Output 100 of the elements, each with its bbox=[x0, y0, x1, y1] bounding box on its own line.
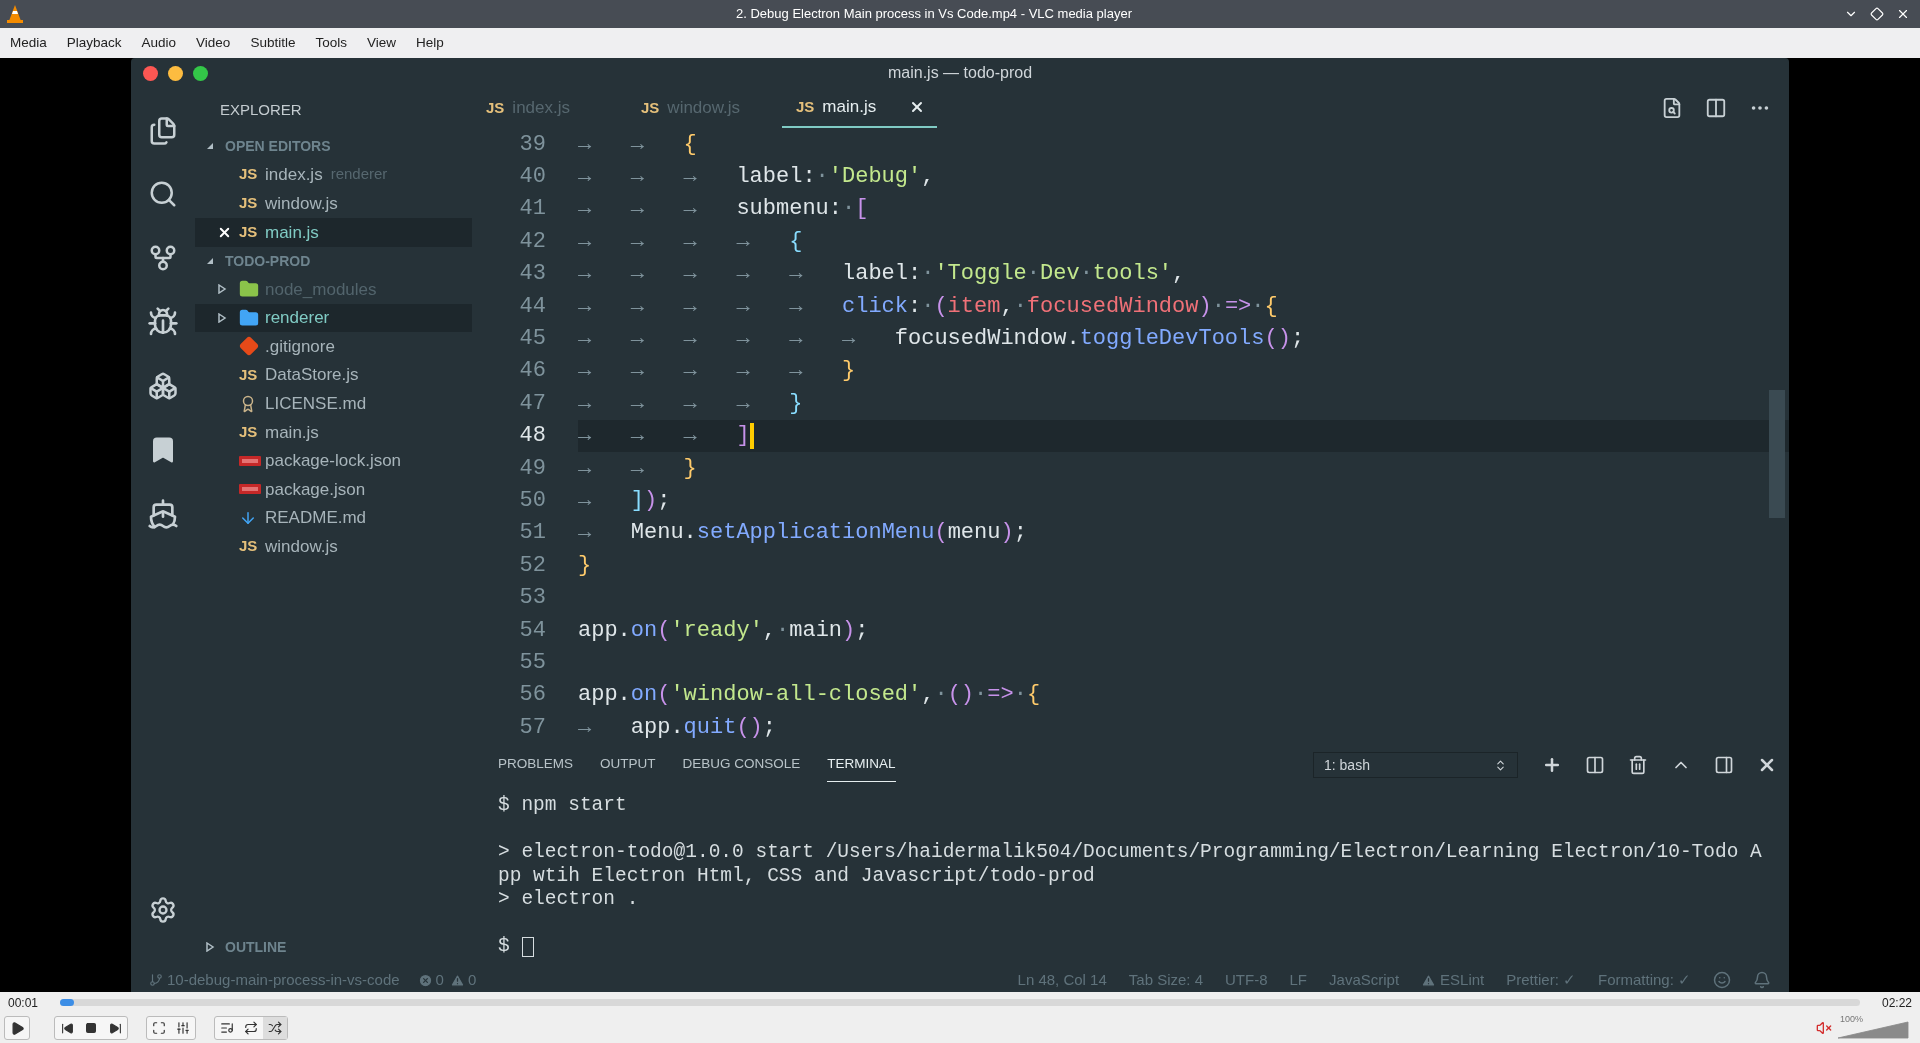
panel-tab[interactable]: DEBUG CONSOLE bbox=[682, 748, 801, 782]
text-cursor bbox=[749, 422, 754, 449]
previous-icon bbox=[60, 1021, 74, 1035]
file-item[interactable]: JS DataStore.js bbox=[195, 360, 472, 390]
loop-icon bbox=[244, 1021, 258, 1035]
line-number: 49 bbox=[518, 454, 546, 483]
terminal-prompt: $ bbox=[498, 935, 510, 959]
branch-icon bbox=[149, 973, 163, 987]
code-line: → → → → { bbox=[578, 227, 803, 256]
js-icon: JS bbox=[796, 95, 815, 119]
fullscreen-icon bbox=[152, 1021, 166, 1035]
menu-item[interactable]: Playback bbox=[56, 32, 132, 54]
window-close-control[interactable] bbox=[143, 65, 158, 81]
code-line: → → → → → label:·'Toggle·Dev·tools', bbox=[578, 260, 1186, 289]
shuffle-icon bbox=[268, 1021, 282, 1035]
code-line: → Menu.setApplicationMenu(menu); bbox=[578, 519, 1027, 548]
files-icon[interactable] bbox=[148, 116, 178, 146]
warning-icon bbox=[1421, 972, 1437, 988]
menu-item[interactable]: Audio bbox=[131, 32, 187, 54]
file-item[interactable]: renderer bbox=[195, 303, 472, 333]
file-item[interactable]: LICENSE.md bbox=[195, 389, 472, 418]
sliders-icon bbox=[176, 1021, 190, 1035]
code-line: → → → → → } bbox=[578, 357, 856, 386]
settings-icon[interactable] bbox=[149, 896, 177, 924]
split-terminal-icon[interactable] bbox=[1585, 755, 1605, 775]
search-icon[interactable] bbox=[148, 179, 178, 209]
js-icon: JS bbox=[486, 96, 505, 120]
line-number: 48 bbox=[518, 422, 546, 451]
panel-tab[interactable]: PROBLEMS bbox=[498, 748, 574, 782]
mute-icon[interactable] bbox=[1816, 1020, 1832, 1036]
code-line: → → → submenu:·[ bbox=[578, 195, 869, 224]
volume-label: 100% bbox=[1840, 1013, 1864, 1026]
minimize-control[interactable] bbox=[168, 65, 183, 81]
play-button[interactable] bbox=[4, 1016, 30, 1040]
editor-title: main.js — todo-prod bbox=[886, 63, 1034, 83]
panel-tab[interactable]: TERMINAL bbox=[827, 748, 896, 782]
folder-icon bbox=[239, 279, 259, 300]
stop-icon bbox=[85, 1022, 97, 1034]
line-number: 57 bbox=[518, 713, 546, 742]
code-line: app.on('window-all-closed',·()·=>·{ bbox=[578, 681, 1041, 710]
ship-icon[interactable] bbox=[147, 498, 179, 530]
file-item[interactable]: README.md bbox=[195, 503, 472, 533]
code-line: → → → → → → focusedWindow.toggleDevTools(); bbox=[578, 325, 1305, 354]
play-icon bbox=[9, 1020, 25, 1036]
terminal-line: pp wtih Electron Html, CSS and Javascript/todo-prod bbox=[498, 864, 1095, 888]
line-number: 54 bbox=[518, 616, 546, 645]
feedback-icon[interactable] bbox=[1713, 971, 1731, 989]
close-icon[interactable] bbox=[1896, 7, 1910, 21]
panel-tab[interactable]: OUTPUT bbox=[600, 748, 656, 782]
open-editor-item[interactable]: JS window.js bbox=[195, 189, 472, 218]
file-item[interactable]: .gitignore bbox=[195, 332, 472, 361]
menu-item[interactable]: Tools bbox=[305, 32, 357, 54]
diamond-icon bbox=[239, 336, 259, 357]
line-number: 47 bbox=[518, 389, 546, 418]
line-number: 51 bbox=[518, 519, 546, 548]
preview-icon[interactable] bbox=[1661, 97, 1683, 119]
zoom-control[interactable] bbox=[193, 65, 208, 81]
line-number: 41 bbox=[518, 195, 546, 224]
extensions-icon[interactable] bbox=[148, 371, 178, 401]
terminal-line: > electron-todo@1.0.0 start /Users/haidermalik504/Documents/Programming/Electron/Learning Electron/10-Todo A bbox=[498, 841, 1762, 865]
file-item[interactable]: package-lock.json bbox=[195, 446, 472, 476]
editor-tab[interactable]: JS main.js bbox=[782, 88, 937, 128]
line-number: 55 bbox=[518, 648, 546, 677]
js-icon: JS bbox=[239, 363, 265, 387]
js-icon: JS bbox=[239, 421, 265, 444]
split-editor-icon[interactable] bbox=[1705, 97, 1727, 119]
file-item[interactable]: JS window.js bbox=[195, 532, 472, 561]
menu-item[interactable]: View bbox=[356, 32, 406, 54]
panel-layout-icon[interactable] bbox=[1714, 755, 1734, 775]
terminal-select[interactable]: 1: bash bbox=[1313, 752, 1518, 778]
code-line: app.on('ready',·main); bbox=[578, 616, 869, 645]
close-icon[interactable] bbox=[217, 225, 232, 240]
line-number: 43 bbox=[518, 260, 546, 289]
code-line: → ]); bbox=[578, 487, 671, 515]
menu-item[interactable]: Subtitle bbox=[240, 32, 306, 54]
file-item[interactable]: JS main.js bbox=[195, 417, 472, 447]
line-number: 44 bbox=[518, 292, 546, 321]
menu-item[interactable]: Help bbox=[405, 32, 454, 54]
add-icon[interactable] bbox=[1542, 755, 1562, 775]
shuffle-button[interactable] bbox=[263, 1017, 287, 1039]
trash-icon[interactable] bbox=[1628, 755, 1648, 775]
updown-icon bbox=[1494, 758, 1507, 772]
menu-item[interactable]: Media bbox=[0, 32, 57, 54]
line-number: 39 bbox=[518, 130, 546, 159]
js-icon: JS bbox=[239, 163, 265, 186]
close-icon[interactable] bbox=[909, 99, 925, 115]
menu-item[interactable]: Video bbox=[186, 32, 241, 54]
js-icon: JS bbox=[641, 96, 660, 120]
window-title: 2. Debug Electron Main process in Vs Code.mp4 - VLC media player bbox=[735, 5, 1133, 24]
sidebar-title: EXPLORER bbox=[219, 99, 303, 120]
open-editor-item[interactable]: JS main.js bbox=[195, 218, 472, 247]
terminal-line: > electron . bbox=[498, 888, 639, 912]
bug-icon[interactable] bbox=[147, 306, 179, 338]
file-item[interactable]: package.json bbox=[195, 475, 472, 504]
branch-icon[interactable] bbox=[148, 243, 178, 273]
maximize-icon[interactable] bbox=[1870, 7, 1884, 21]
total-time: 02:22 bbox=[1880, 994, 1912, 1012]
bell-icon[interactable] bbox=[1753, 971, 1771, 989]
elapsed-time: 00:01 bbox=[8, 994, 40, 1012]
js-icon: JS bbox=[239, 221, 265, 244]
